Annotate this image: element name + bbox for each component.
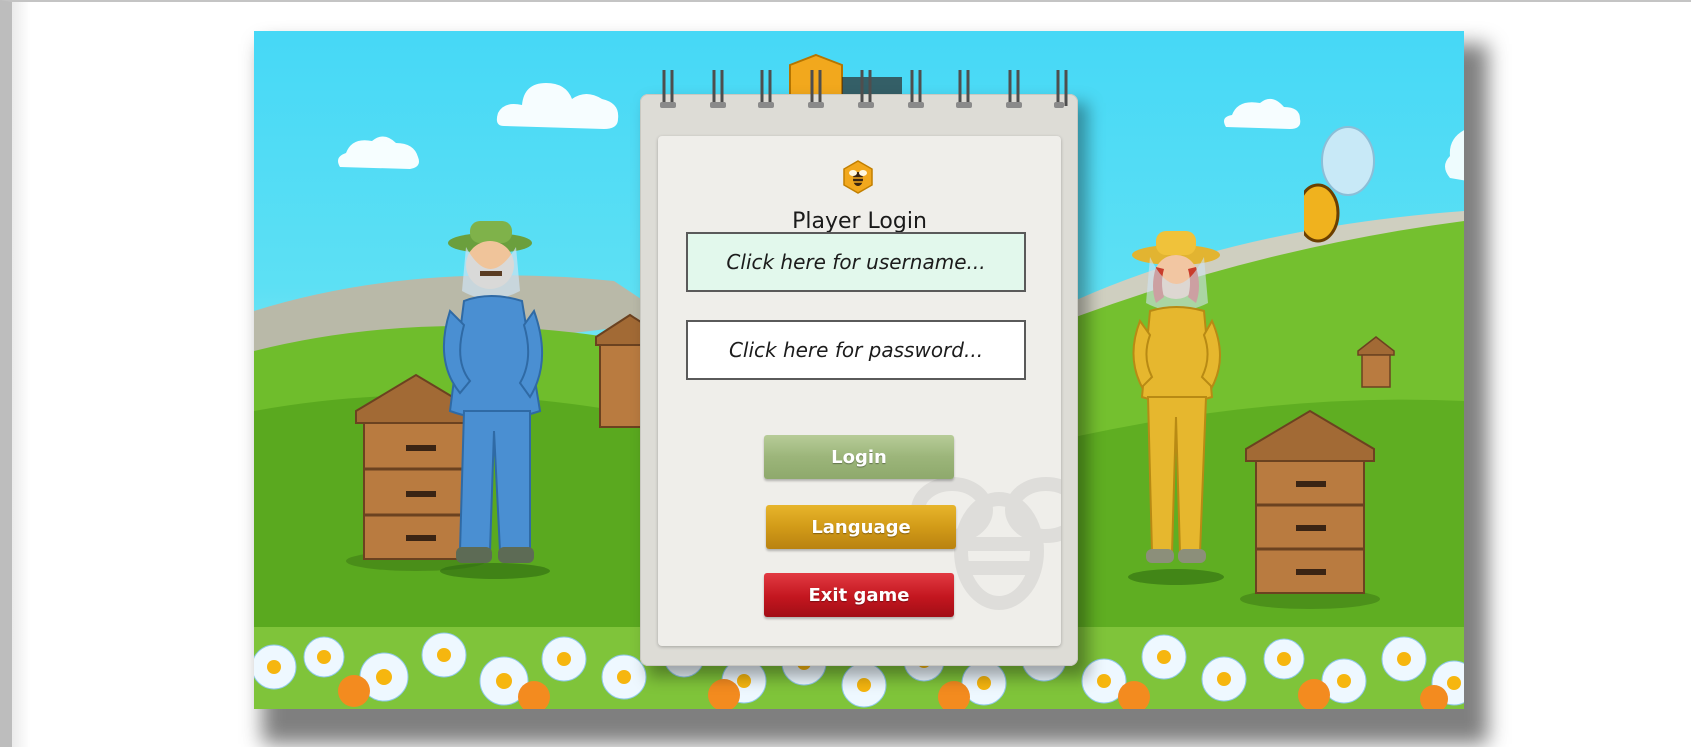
notebook-spiral [660,70,1068,108]
cloud [496,83,619,129]
username-field[interactable]: Click here for username... [686,232,1026,292]
password-field[interactable]: Click here for password... [686,320,1026,380]
exit-game-button[interactable]: Exit game [764,573,954,617]
language-button[interactable]: Language [766,505,956,549]
beekeeper-man [440,221,550,579]
bee-mascot [1304,126,1375,243]
login-page: Player Login Click here for username... … [658,136,1061,646]
login-notebook: Player Login Click here for username... … [640,70,1078,666]
beekeeper-woman [1128,231,1224,585]
bee-watermark-icon [911,477,1061,610]
cloud [338,136,419,169]
beehive-right [1240,409,1380,609]
bee-hexagon-icon [843,160,873,194]
cloud [1224,98,1301,129]
beehive-small [1357,336,1395,388]
login-title: Player Login [792,209,927,234]
cloud [1445,130,1464,181]
login-button[interactable]: Login [764,435,954,479]
